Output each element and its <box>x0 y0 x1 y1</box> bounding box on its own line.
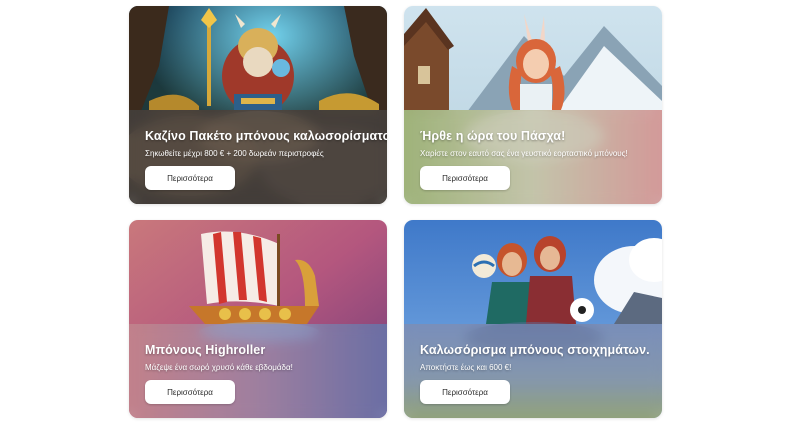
more-button[interactable]: Περισσότερα <box>145 380 235 404</box>
promo-card-casino-welcome[interactable]: Καζίνο Πακέτο μπόνους καλωσορίσματος Σηκ… <box>129 6 387 204</box>
promo-title: Μπόνους Highroller <box>145 343 266 357</box>
promo-title: Καλωσόρισμα μπόνους στοιχημάτων. <box>420 343 650 357</box>
promo-description: Αποκτήστε έως και 600 €! <box>420 363 512 372</box>
promo-description: Χαρίστε στον εαυτό σας ένα γευστικό εορτ… <box>420 149 628 158</box>
promo-card-easter[interactable]: Ήρθε η ώρα του Πάσχα! Χαρίστε στον εαυτό… <box>404 6 662 204</box>
more-button[interactable]: Περισσότερα <box>420 380 510 404</box>
promo-title: Ήρθε η ώρα του Πάσχα! <box>420 129 566 143</box>
more-button[interactable]: Περισσότερα <box>145 166 235 190</box>
more-button[interactable]: Περισσότερα <box>420 166 510 190</box>
promo-description: Μάζεψε ένα σωρό χρυσό κάθε εβδομάδα! <box>145 363 293 372</box>
promo-card-sports-welcome[interactable]: Καλωσόρισμα μπόνους στοιχημάτων. Αποκτήσ… <box>404 220 662 418</box>
promo-description: Σηκωθείτε μέχρι 800 € + 200 δωρεάν περισ… <box>145 149 324 158</box>
promo-title: Καζίνο Πακέτο μπόνους καλωσορίσματος <box>145 129 387 143</box>
promo-card-highroller[interactable]: Μπόνους Highroller Μάζεψε ένα σωρό χρυσό… <box>129 220 387 418</box>
